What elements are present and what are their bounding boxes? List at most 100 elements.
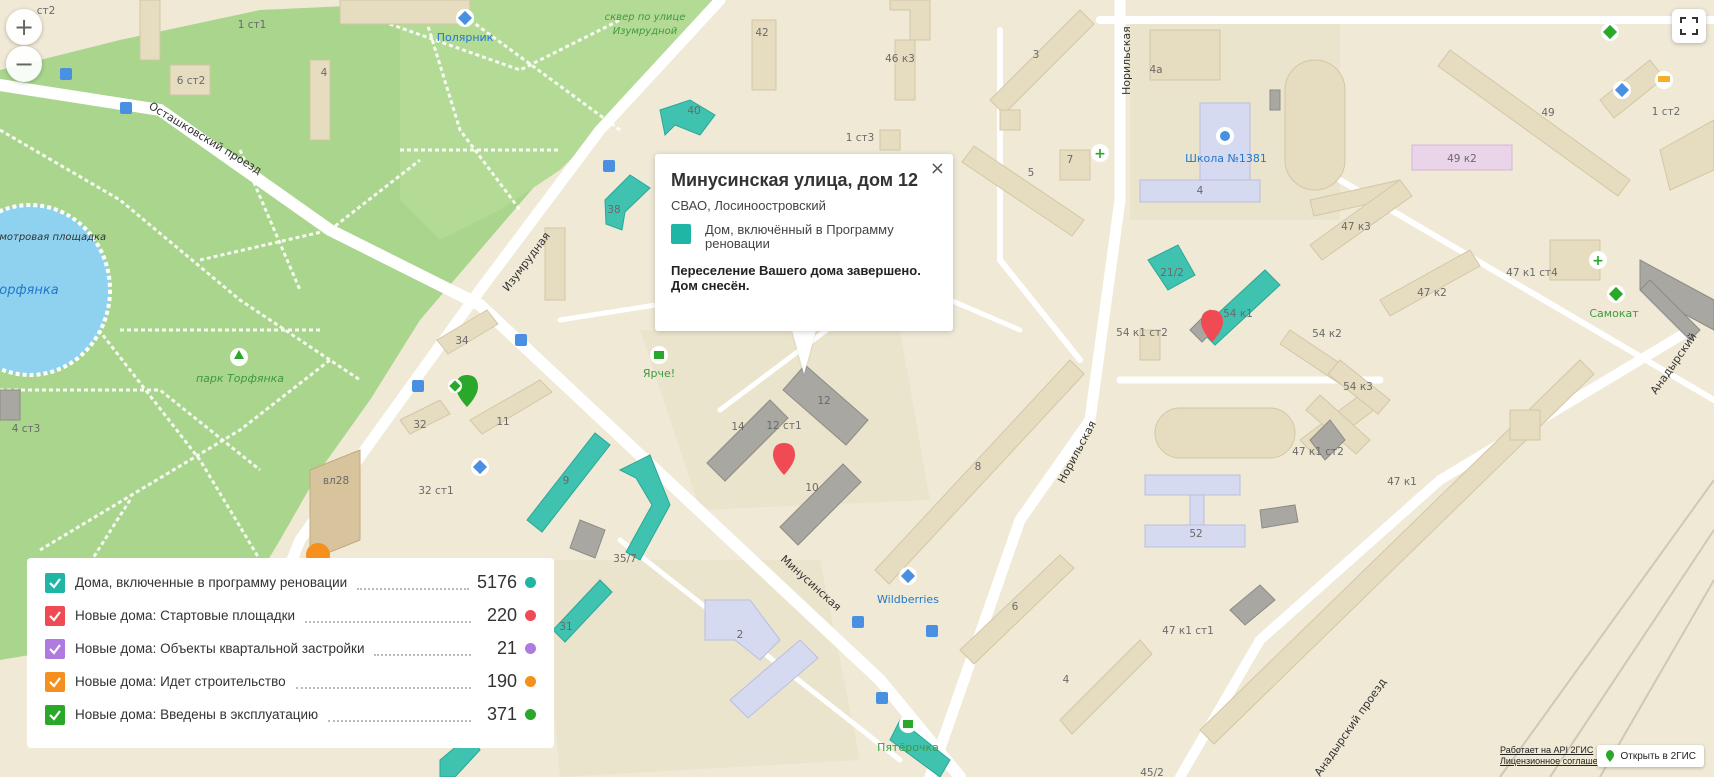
legend-checkbox[interactable] [45,605,65,626]
checkmark-icon [49,577,61,589]
building-number: 1 ст2 [1652,106,1681,118]
building-number: 6 ст2 [177,75,206,87]
poi-label-yarche: Ярче! [643,367,675,380]
legend-color-dot [525,610,536,621]
legend-count: 190 [486,671,517,691]
building-number: 40 [687,105,700,117]
legend-checkbox[interactable] [45,572,65,593]
building-number: 3 [1033,49,1040,61]
legend-leader-dots [305,609,471,623]
building-number: 10 [805,482,818,494]
building-number: 32 [413,419,426,431]
building-number: 12 [817,395,830,407]
building-number: 47 к1 ст1 [1162,625,1214,637]
plus-icon: + [13,13,35,41]
legend-row[interactable]: Новые дома: Стартовые площадки 220 [45,599,536,632]
minus-icon: − [13,50,35,78]
checkmark-icon [49,709,61,721]
poi-label-lake: Торфянка [0,283,59,298]
building-number: 52 [1189,528,1202,540]
attribution: Работает на API 2ГИС Лицензионное соглаш… [1500,745,1613,767]
legend-checkbox[interactable] [45,704,65,725]
api-credit-link[interactable]: Работает на API 2ГИС [1500,745,1613,756]
legend-label: Новые дома: Объекты квартальной застройк… [75,641,365,656]
legend-count: 371 [486,704,517,724]
legend-color-dot [525,577,536,588]
building-number: 21/2 [1160,267,1184,279]
building-number: 47 к1 [1387,476,1417,488]
fullscreen-icon [1680,17,1698,35]
building-number: 4 ст3 [12,423,41,435]
checkmark-icon [49,643,61,655]
building-number: вл28 [323,475,349,487]
legend-count: 220 [486,605,517,625]
legend-row[interactable]: Новые дома: Идет строительство 190 [45,665,536,698]
legend-label: Новые дома: Стартовые площадки [75,608,296,623]
building-number: 8 [975,461,982,473]
address-popup: × Минусинская улица, дом 12 СВАО, Лосино… [655,154,953,331]
legend-label: Новые дома: Идет строительство [75,674,286,689]
legend-label: Дома, включенные в программу реновации [75,575,348,590]
legend-count: 21 [496,638,517,658]
open-in-2gis-label: Открыть в 2ГИС [1620,750,1696,762]
building-number: 47 к3 [1341,221,1371,233]
popup-category-label: Дом, включённый в Программу реновации [705,222,894,251]
building-number: 4 [1063,674,1070,686]
poi-label-park: парк Торфянка [196,372,284,385]
legend-color-dot [525,676,536,687]
category-swatch [671,224,691,244]
2gis-leaf-icon [1606,750,1615,762]
building-number: 47 к1 ст2 [1292,446,1344,458]
legend-checkbox[interactable] [45,671,65,692]
building-number: 42 [755,27,768,39]
license-link[interactable]: Лицензионное соглашение [1500,756,1613,767]
building-number: 7 [1067,154,1074,166]
building-number: 32 ст1 [418,485,453,497]
svg-text:+: + [1592,253,1604,269]
building-number: 14 [731,421,745,433]
building-number: 54 к2 [1312,328,1342,340]
close-icon[interactable]: × [930,160,945,178]
building-number: 45/2 [1140,767,1164,777]
legend-checkbox[interactable] [45,638,65,659]
legend-color-dot [525,643,536,654]
building-number: 11 [496,416,509,428]
building-number: 4 [1197,185,1204,197]
popup-district: СВАО, Лосиноостровский [671,198,826,213]
legend-leader-dots [357,576,469,590]
legend-row[interactable]: Новые дома: Объекты квартальной застройк… [45,632,536,665]
legend-row[interactable]: Новые дома: Введены в эксплуатацию 371 [45,698,536,731]
legend-row[interactable]: Дома, включенные в программу реновации 51… [45,566,536,599]
street-label-norilskaya-top: Норильская [1120,26,1133,95]
building-number: 34 [455,335,469,347]
popup-status: Переселение Вашего дома завершено. Дом с… [671,263,921,293]
checkmark-icon [49,676,61,688]
building-number: 1 ст1 [238,19,267,31]
legend-panel: Дома, включенные в программу реновации 51… [27,558,554,748]
building-number: 4 [321,67,328,79]
svg-text:+: + [1094,146,1106,162]
building-number: 49 к2 [1447,153,1477,165]
building-number: 46 к3 [885,53,915,65]
building-number: 38 [607,204,620,216]
building-number: 4а [1149,64,1162,76]
building-number: 47 к1 ст4 [1506,267,1558,279]
poi-label-pyaterochka: Пятёрочка [877,741,939,754]
building-number: 49 [1541,107,1554,119]
building-number: 35/7 [613,553,637,565]
building-number: 5 [1028,167,1035,179]
checkmark-icon [49,610,61,622]
building-number: 12 ст1 [766,420,801,432]
legend-leader-dots [328,708,471,722]
zoom-out-button[interactable]: − [6,46,42,82]
building-number: 54 к3 [1343,381,1373,393]
open-in-2gis-button[interactable]: Открыть в 2ГИС [1597,745,1704,767]
popup-category: Дом, включённый в Программу реновации [671,223,937,251]
poi-label-wildberries: Wildberries [877,593,939,606]
legend-color-dot [525,709,536,720]
building-number: ст2 [37,5,56,17]
popup-pointer [792,330,816,374]
zoom-in-button[interactable]: + [6,9,42,45]
poi-label-samokat: Самокат [1589,307,1639,320]
fullscreen-button[interactable] [1672,9,1706,43]
